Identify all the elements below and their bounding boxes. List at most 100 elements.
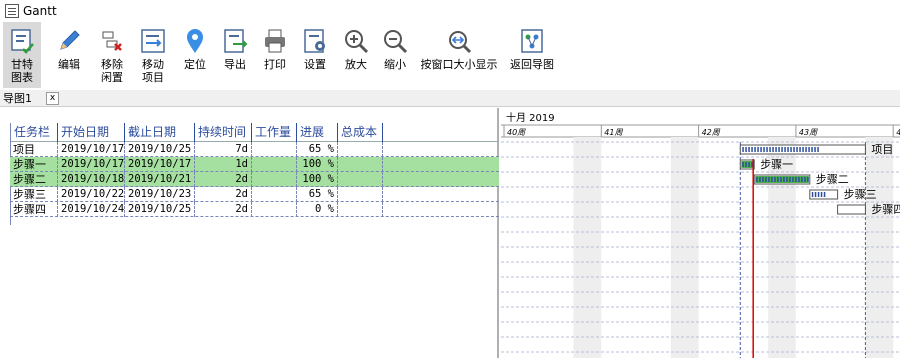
col-work[interactable]: 工作量 xyxy=(251,123,296,142)
task-progress-stripe xyxy=(817,192,820,197)
locate-button[interactable]: 定位 xyxy=(175,22,215,88)
task-bar-label: 步骤四 xyxy=(871,203,900,216)
zoom-out-icon xyxy=(381,27,409,55)
progress: 65 % xyxy=(296,142,337,157)
task-progress-stripe xyxy=(766,147,768,152)
remove-idle-button[interactable]: 移除 闲置 xyxy=(93,22,131,88)
back-to-map-button[interactable]: 返回导图 xyxy=(505,22,559,88)
col-duration[interactable]: 持续时间 xyxy=(194,123,251,142)
task-progress-stripe xyxy=(763,147,765,152)
task-progress-stripe xyxy=(765,177,767,182)
fit-window-icon xyxy=(445,27,473,55)
col-task[interactable]: 任务栏 xyxy=(10,123,57,142)
task-progress-stripe xyxy=(789,177,791,182)
print-label: 打印 xyxy=(264,58,286,71)
table-row[interactable]: 步骤二 2019/10/18 2019/10/21 2d 100 % xyxy=(10,172,499,187)
start-date: 2019/10/22 xyxy=(57,187,124,202)
start-date: 2019/10/17 xyxy=(57,157,124,172)
task-bar[interactable] xyxy=(837,204,866,215)
gantt-chart-icon xyxy=(8,27,36,55)
task-progress-stripe xyxy=(814,192,817,197)
task-bar[interactable] xyxy=(809,189,839,200)
week-label: 41周 xyxy=(604,128,623,137)
task-progress-stripe xyxy=(798,177,800,182)
zoom-out-label: 缩小 xyxy=(384,58,406,71)
col-start[interactable]: 开始日期 xyxy=(57,123,124,142)
end-date: 2019/10/17 xyxy=(124,157,194,172)
task-progress-stripe xyxy=(748,162,750,167)
task-progress-stripe xyxy=(804,177,806,182)
table-row[interactable]: 步骤三 2019/10/22 2019/10/23 2d 65 % xyxy=(10,187,499,202)
progress: 0 % xyxy=(296,202,337,217)
edit-button[interactable]: 编辑 xyxy=(45,22,93,88)
progress: 100 % xyxy=(296,172,337,187)
export-label: 导出 xyxy=(224,58,246,71)
move-item-button[interactable]: 移动 项目 xyxy=(131,22,175,88)
weekend-column xyxy=(670,137,699,358)
fit-window-label: 按窗口大小显示 xyxy=(420,58,498,71)
zoom-in-label: 放大 xyxy=(345,58,367,71)
end-date: 2019/10/25 xyxy=(124,202,194,217)
task-progress-stripe xyxy=(778,147,780,152)
start-date: 2019/10/17 xyxy=(57,142,124,157)
task-progress-stripe xyxy=(774,177,776,182)
task-progress-stripe xyxy=(742,162,744,167)
duration: 1d xyxy=(194,157,251,172)
fit-window-button[interactable]: 按窗口大小显示 xyxy=(417,22,501,88)
table-row[interactable]: 步骤四 2019/10/24 2019/10/25 2d 0 % xyxy=(10,202,499,217)
progress: 65 % xyxy=(296,187,337,202)
settings-button[interactable]: 设置 xyxy=(295,22,335,88)
tab-map1[interactable]: 导图1 xyxy=(0,90,32,106)
task-progress-stripe xyxy=(814,147,816,152)
task-progress-stripe xyxy=(772,147,774,152)
task-progress-stripe xyxy=(805,147,807,152)
table-row[interactable]: 步骤一 2019/10/17 2019/10/17 1d 100 % xyxy=(10,157,499,172)
settings-icon xyxy=(301,27,329,55)
gantt-app-icon xyxy=(5,4,19,18)
task-progress-stripe xyxy=(795,177,797,182)
task-name: 步骤一 xyxy=(13,158,46,171)
gantt-chart-button[interactable]: 甘特 图表 xyxy=(3,22,41,88)
task-progress-stripe xyxy=(790,147,792,152)
printer-icon xyxy=(261,27,289,55)
gantt-chart-label: 甘特 图表 xyxy=(11,58,33,84)
task-progress-stripe xyxy=(745,162,747,167)
cost xyxy=(337,187,383,202)
task-progress-stripe xyxy=(792,177,794,182)
zoom-out-button[interactable]: 缩小 xyxy=(377,22,413,88)
settings-label: 设置 xyxy=(304,58,326,71)
window-title: Gantt xyxy=(23,4,57,18)
task-name: 步骤二 xyxy=(13,173,46,186)
col-progress[interactable]: 进展 xyxy=(296,123,337,142)
table-row[interactable]: 项目 2019/10/17 2019/10/25 7d 65 % xyxy=(10,142,499,157)
zoom-in-button[interactable]: 放大 xyxy=(335,22,377,88)
tab-close-button[interactable]: x xyxy=(46,91,59,105)
cost xyxy=(337,172,383,187)
work xyxy=(251,157,296,172)
task-progress-stripe xyxy=(801,177,803,182)
zoom-in-icon xyxy=(342,27,370,55)
cost xyxy=(337,157,383,172)
task-progress-stripe xyxy=(817,147,819,152)
task-progress-stripe xyxy=(823,192,826,197)
duration: 2d xyxy=(194,172,251,187)
export-icon xyxy=(221,27,249,55)
remove-idle-label: 移除 闲置 xyxy=(101,58,123,84)
task-progress-stripe xyxy=(771,177,773,182)
task-progress-stripe xyxy=(781,147,783,152)
cost xyxy=(337,202,383,217)
task-progress-stripe xyxy=(759,177,761,182)
progress: 100 % xyxy=(296,157,337,172)
col-cost[interactable]: 总成本 xyxy=(337,123,383,142)
task-progress-stripe xyxy=(796,147,798,152)
task-progress-stripe xyxy=(799,147,801,152)
col-end[interactable]: 截止日期 xyxy=(124,123,194,142)
print-button[interactable]: 打印 xyxy=(255,22,295,88)
task-bar-label: 步骤二 xyxy=(816,173,849,186)
task-bar-label: 步骤一 xyxy=(760,158,793,171)
end-date: 2019/10/23 xyxy=(124,187,194,202)
task-bar-label: 项目 xyxy=(871,143,893,156)
task-progress-stripe xyxy=(784,147,786,152)
export-button[interactable]: 导出 xyxy=(215,22,255,88)
grid-header: 任务栏 开始日期 截止日期 持续时间 工作量 进展 总成本 xyxy=(10,123,499,142)
